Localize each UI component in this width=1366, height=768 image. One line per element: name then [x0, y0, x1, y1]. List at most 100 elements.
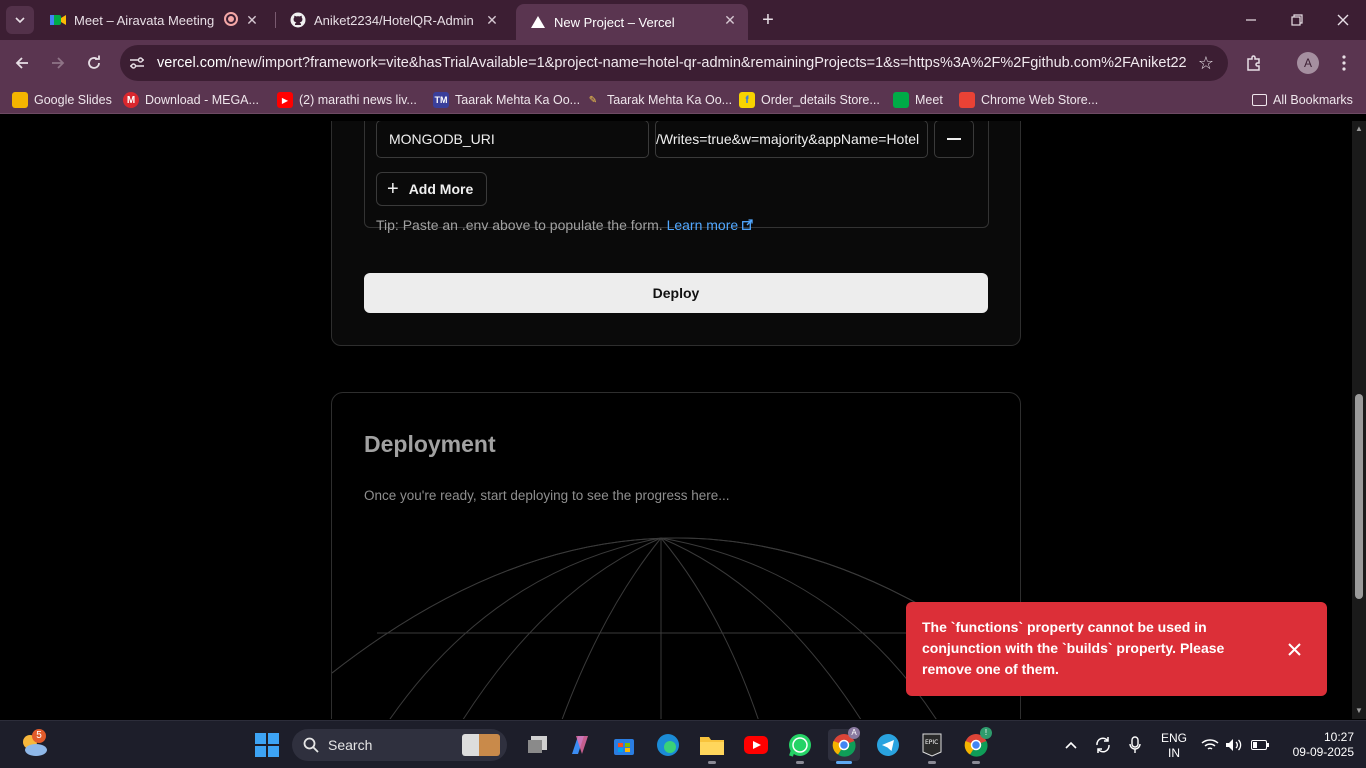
tab-vercel[interactable]: New Project – Vercel ✕ [516, 4, 748, 40]
scroll-up-icon[interactable]: ▲ [1355, 125, 1363, 133]
bookmark-google-slides[interactable]: Google Slides [12, 91, 112, 109]
env-tip: Tip: Paste an .env above to populate the… [376, 217, 753, 233]
running-indicator [928, 761, 936, 764]
close-icon [1287, 642, 1301, 656]
telegram-icon [877, 734, 899, 756]
close-icon [1337, 14, 1349, 26]
tab-title: New Project – Vercel [554, 14, 675, 30]
bookmark-label: Google Slides [34, 93, 112, 107]
tab-search-button[interactable] [6, 6, 34, 34]
ms-store-button[interactable] [608, 729, 640, 761]
restore-button[interactable] [1274, 0, 1320, 40]
new-tab-button[interactable]: + [758, 10, 778, 30]
clock-date: 09-09-2025 [1292, 745, 1354, 759]
url-text[interactable]: vercel.com/new/import?framework=vite&has… [157, 55, 1187, 71]
tab-title: Aniket2234/HotelQR-Admin [314, 12, 474, 28]
add-more-button[interactable]: + Add More [376, 172, 487, 206]
learn-more-link[interactable]: Learn more [667, 217, 753, 233]
extensions-button[interactable] [1242, 51, 1266, 75]
bookmark-label: Meet [915, 93, 943, 107]
youtube-icon [744, 736, 768, 754]
clock-time: 10:27 [1323, 730, 1354, 744]
copilot-icon [572, 736, 588, 754]
deploy-button[interactable]: Deploy [364, 273, 988, 313]
chrome-profile-button[interactable]: A [828, 727, 860, 761]
scrollbar-thumb[interactable] [1355, 394, 1363, 599]
bookmark-taarak-1[interactable]: TM Taarak Mehta Ka Oo... [433, 91, 580, 109]
file-explorer-button[interactable] [696, 729, 728, 761]
chrome-button[interactable]: ! [960, 727, 992, 761]
google-meet-icon [50, 12, 66, 28]
close-window-button[interactable] [1320, 0, 1366, 40]
web-store-icon [959, 92, 975, 108]
flipkart-icon: f [739, 92, 755, 108]
env-key-field[interactable]: MONGODB_URI [376, 121, 649, 158]
bookmark-mega[interactable]: M Download - MEGA... [123, 91, 259, 109]
vercel-icon [530, 14, 546, 30]
bookmark-chrome-web-store[interactable]: Chrome Web Store... [959, 91, 1098, 109]
youtube-icon: ▶ [277, 92, 293, 108]
start-button[interactable] [251, 729, 283, 761]
bookmark-label: Order_details Store... [761, 93, 880, 107]
bookmark-label: Download - MEGA... [145, 93, 259, 107]
youtube-app-button[interactable] [740, 729, 772, 761]
language-indicator[interactable]: ENG IN [1158, 731, 1190, 761]
close-tab-icon[interactable]: ✕ [244, 12, 260, 28]
volume-tray-button[interactable] [1222, 729, 1246, 761]
epic-games-button[interactable]: EPIC [916, 729, 948, 761]
search-icon [303, 737, 319, 753]
telegram-button[interactable] [872, 729, 904, 761]
weather-widget[interactable]: 5 [18, 729, 50, 761]
copilot-button[interactable] [564, 729, 596, 761]
chrome-badge: ! [980, 727, 992, 739]
back-button[interactable] [10, 51, 34, 75]
address-bar[interactable]: vercel.com/new/import?framework=vite&has… [120, 45, 1228, 81]
plus-icon: + [387, 178, 399, 200]
remove-env-button[interactable] [934, 121, 974, 158]
google-meet-icon [893, 92, 909, 108]
taskbar-search[interactable]: Search [292, 729, 507, 761]
clock[interactable]: 10:27 09-09-2025 [1280, 730, 1354, 760]
sync-tray-button[interactable] [1090, 729, 1116, 761]
microphone-tray-button[interactable] [1122, 729, 1148, 761]
forward-button[interactable] [46, 51, 70, 75]
env-value-field[interactable]: /Writes=true&w=majority&appName=Hotel [655, 121, 928, 158]
all-bookmarks-button[interactable]: All Bookmarks [1252, 91, 1353, 109]
tab-strip: Meet – Airavata Meeting ✕ Aniket2234/Hot… [0, 0, 1366, 40]
bookmark-star-icon[interactable]: ☆ [1198, 53, 1214, 74]
reload-icon [88, 55, 100, 69]
chrome-menu-button[interactable] [1332, 51, 1356, 75]
wifi-tray-button[interactable] [1198, 729, 1222, 761]
bookmark-taarak-2[interactable]: ✎ Taarak Mehta Ka Oo... [585, 91, 732, 109]
arrow-right-icon [52, 57, 65, 69]
toast-close-button[interactable] [1285, 640, 1303, 658]
page-scrollbar[interactable]: ▲ ▼ [1352, 121, 1366, 719]
site-icon: ✎ [588, 94, 598, 106]
tab-title: Meet – Airavata Meeting [74, 12, 215, 28]
bookmark-marathi-news[interactable]: ▶ (2) marathi news liv... [277, 91, 417, 109]
env-value-text: /Writes=true&w=majority&appName=Hotel [656, 131, 920, 147]
all-bookmarks-label: All Bookmarks [1273, 93, 1353, 107]
google-slides-icon [12, 92, 28, 108]
active-indicator [836, 761, 852, 764]
profile-avatar[interactable]: A [1297, 52, 1319, 74]
reload-button[interactable] [82, 51, 106, 75]
minimize-button[interactable] [1228, 0, 1274, 40]
whatsapp-button[interactable] [784, 729, 816, 761]
bookmark-meet[interactable]: Meet [893, 91, 943, 109]
deployment-subtitle: Once you're ready, start deploying to se… [364, 488, 730, 503]
task-view-button[interactable] [522, 729, 554, 761]
show-hidden-icons-button[interactable] [1058, 729, 1084, 761]
site-info-icon[interactable] [128, 54, 146, 72]
url-path: /new/import?framework=vite&hasTrialAvail… [227, 55, 1187, 71]
close-tab-icon[interactable]: ✕ [484, 12, 500, 28]
tab-meet[interactable]: Meet – Airavata Meeting ✕ [36, 0, 270, 40]
bookmark-label: (2) marathi news liv... [299, 93, 417, 107]
edge-button[interactable] [652, 729, 684, 761]
bookmark-order-details[interactable]: f Order_details Store... [739, 91, 880, 109]
scroll-down-icon[interactable]: ▼ [1355, 707, 1363, 715]
wifi-icon [1201, 739, 1219, 750]
battery-tray-button[interactable] [1248, 729, 1272, 761]
tab-github[interactable]: Aniket2234/HotelQR-Admin ✕ [276, 0, 510, 40]
close-tab-icon[interactable]: ✕ [722, 12, 738, 28]
